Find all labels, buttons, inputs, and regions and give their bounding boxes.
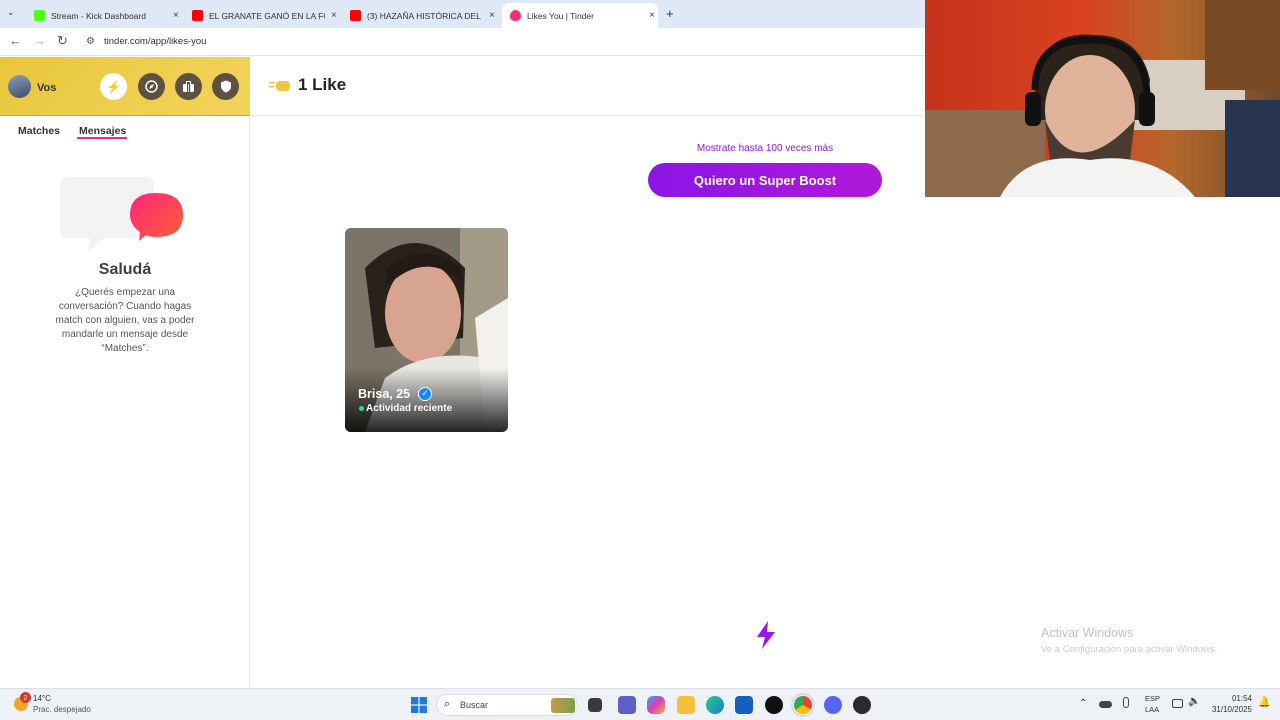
activate-windows-text: Ve a Configuración para activar Windows. [1041, 644, 1218, 655]
clock-time[interactable]: 01:54 [1210, 694, 1252, 703]
copilot-icon[interactable] [647, 696, 665, 714]
likes-title: 1 Like [298, 75, 347, 94]
microphone-icon[interactable] [1123, 697, 1129, 708]
onedrive-icon[interactable] [1099, 701, 1112, 708]
boost-floating-icon[interactable] [753, 620, 779, 650]
empty-state-text: ¿Querés empezar una conversación? Cuando… [55, 287, 195, 354]
weather-badge: 2 [20, 692, 31, 703]
youtube-icon [350, 10, 361, 21]
file-explorer-icon[interactable] [677, 696, 695, 714]
url-field[interactable]: tinder.com/app/likes-you [104, 36, 206, 47]
kick-icon [34, 10, 45, 21]
boost-caption: Mostrate hasta 100 veces más [696, 143, 834, 154]
notification-bell-icon[interactable]: 🔔 [1258, 697, 1270, 708]
briefcase-icon[interactable] [175, 73, 202, 100]
tinder-flame-icon [510, 10, 521, 21]
profile-name[interactable]: Vos [37, 82, 56, 94]
tab-title: (3) HAZAÑA HISTÓRICA DEL VE [367, 10, 483, 21]
active-tab-underline [77, 137, 127, 139]
likes-hand-icon [269, 79, 291, 93]
tab-title: Stream - Kick Dashboard [51, 10, 146, 21]
avatar[interactable] [8, 75, 31, 98]
browser-tab-tinder[interactable]: Likes You | Tinder × [502, 3, 658, 28]
youtube-icon [192, 10, 203, 21]
task-view-icon[interactable] [588, 698, 602, 712]
tab-title: Likes You | Tinder [527, 10, 594, 21]
super-boost-button[interactable]: Quiero un Super Boost [648, 163, 882, 197]
shield-icon[interactable] [212, 73, 239, 100]
chat-bubbles-illustration [60, 173, 190, 253]
site-settings-icon[interactable]: ⚙ [86, 36, 95, 47]
reload-icon[interactable]: ↻ [57, 33, 68, 49]
close-tab-icon[interactable]: × [489, 10, 495, 21]
webcam-overlay [925, 0, 1280, 197]
language-top[interactable]: ESP [1145, 694, 1160, 703]
tab-list-chevron-icon[interactable]: ⌄ [7, 7, 15, 18]
tab-title: EL GRANATE GANÓ EN LA FOR [209, 10, 325, 21]
profile-photo [345, 228, 508, 432]
sidebar-header: Vos ⚡ [0, 57, 250, 116]
back-arrow-icon[interactable]: ← [9, 33, 22, 48]
search-placeholder: Buscar [460, 700, 489, 710]
new-tab-button[interactable]: + [666, 6, 674, 21]
search-highlight-icon [551, 698, 575, 713]
search-icon: ⌕ [444, 698, 451, 710]
tray-chevron-icon[interactable]: ⌃ [1079, 698, 1087, 709]
activate-windows-title: Activar Windows [1041, 626, 1134, 640]
browser-tab-bar: ⌄ Stream - Kick Dashboard × EL GRANATE G… [0, 0, 925, 28]
windows-taskbar: 2 14°C Prac. despejado ⌕ Buscar ⌃ ESP LA… [0, 688, 1280, 720]
boost-icon[interactable]: ⚡ [100, 73, 127, 100]
store-icon[interactable] [735, 696, 753, 714]
sidebar: Matches Mensajes Saludá ¿Querés empezar … [0, 116, 250, 688]
network-icon[interactable] [1172, 699, 1183, 708]
volume-icon[interactable]: 🔈 [1188, 696, 1200, 707]
weather-temp: 14°C [33, 694, 51, 703]
forward-arrow-icon[interactable]: → [33, 33, 46, 48]
language-bottom: LAA [1145, 705, 1160, 714]
edge-icon[interactable] [706, 696, 724, 714]
close-tab-icon[interactable]: × [649, 10, 655, 21]
obs-icon[interactable] [853, 696, 871, 714]
chrome-icon[interactable] [791, 693, 815, 717]
windows-start-icon[interactable] [411, 697, 427, 713]
card-status: Actividad reciente [366, 403, 453, 414]
clock-date[interactable]: 31/10/2025 [1205, 705, 1252, 714]
close-tab-icon[interactable]: × [331, 10, 337, 21]
explore-icon[interactable] [138, 73, 165, 100]
tab-matches[interactable]: Matches [18, 125, 60, 137]
browser-tab-kick[interactable]: Stream - Kick Dashboard × [26, 3, 184, 28]
taskbar-search[interactable]: ⌕ Buscar [436, 694, 578, 716]
verified-badge-icon: ✓ [418, 387, 432, 401]
online-dot-icon [359, 406, 364, 411]
discord-icon[interactable] [824, 696, 842, 714]
like-card[interactable]: Brisa, 25 ✓ Actividad reciente [345, 228, 508, 432]
browser-tab-granate[interactable]: EL GRANATE GANÓ EN LA FOR × [184, 3, 342, 28]
weather-desc: Prac. despejado [33, 705, 91, 714]
card-name: Brisa, 25 [358, 387, 411, 401]
browser-tab-hazana[interactable]: (3) HAZAÑA HISTÓRICA DEL VE × [342, 3, 500, 28]
close-tab-icon[interactable]: × [173, 10, 179, 21]
teams-icon[interactable] [618, 696, 636, 714]
tab-mensajes[interactable]: Mensajes [79, 125, 126, 137]
tiktok-icon[interactable] [765, 696, 783, 714]
likes-header: 1 Like [251, 57, 925, 116]
empty-state-title: Saludá [98, 261, 152, 278]
